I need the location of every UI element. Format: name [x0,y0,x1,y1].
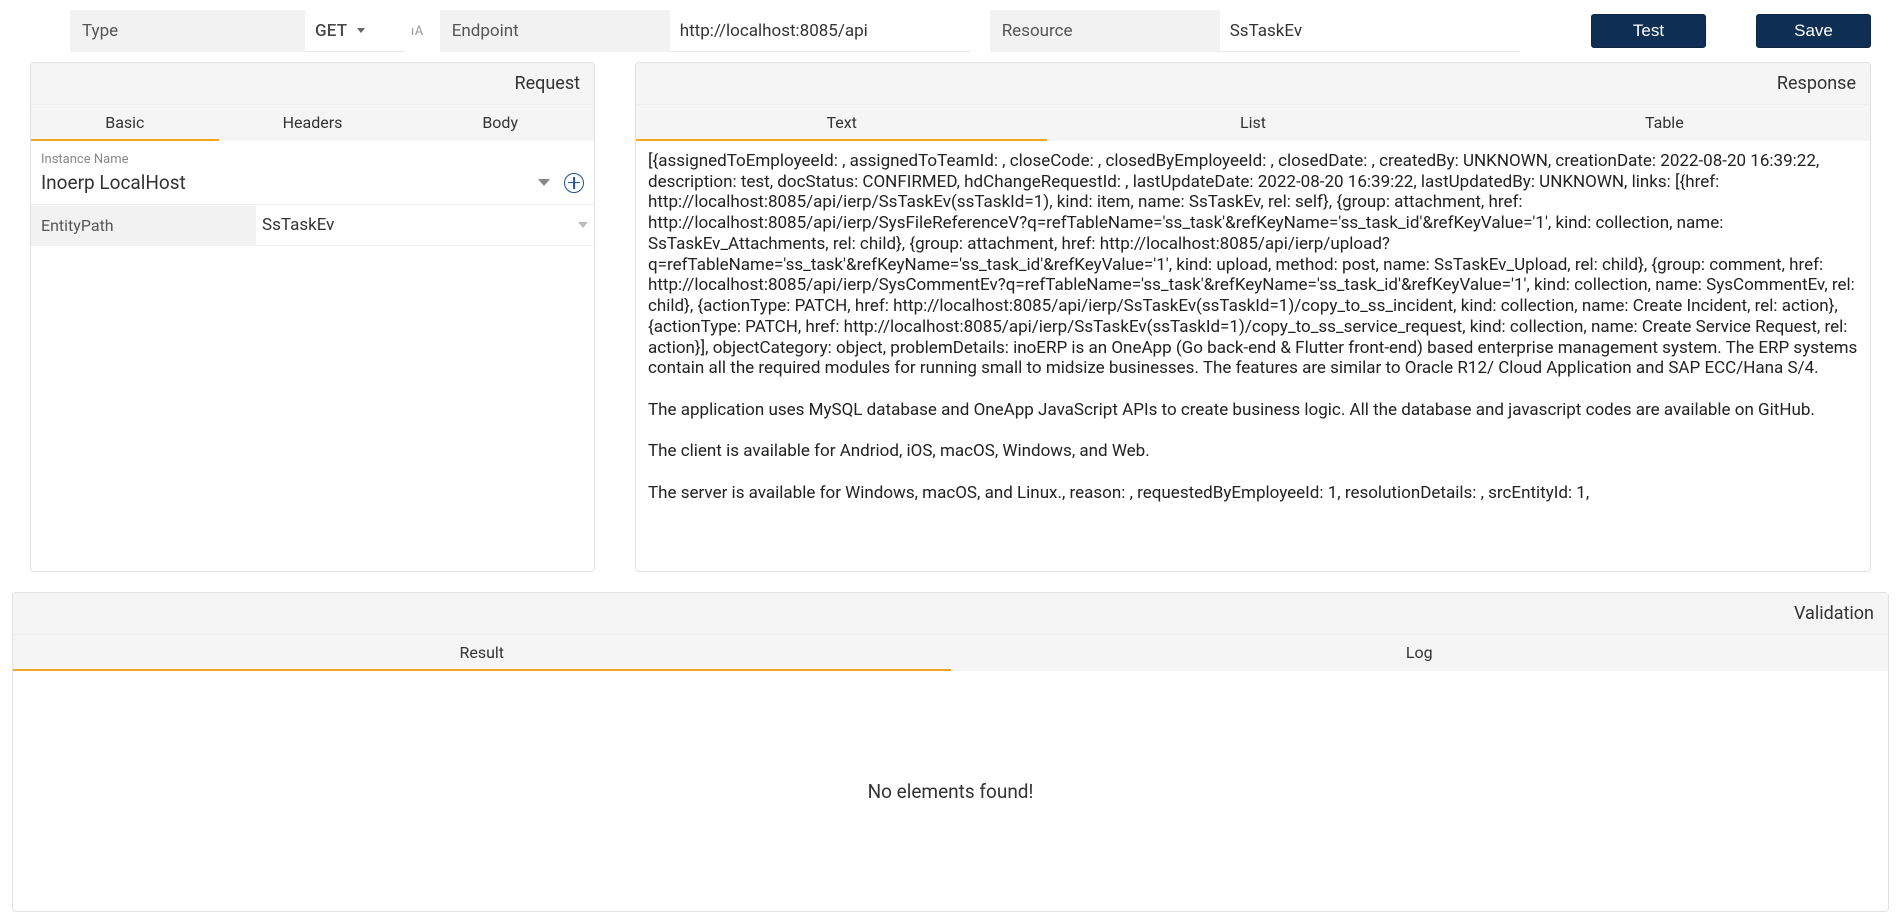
method-value: GET [315,21,347,41]
top-bar: Type GET ıA Endpoint http://localhost:80… [0,0,1901,62]
endpoint-label: Endpoint [440,10,670,52]
format-icon[interactable]: ıA [405,24,430,39]
tab-body[interactable]: Body [406,105,594,141]
validation-header: Validation [13,593,1888,635]
response-text[interactable]: [{assignedToEmployeeId: , assignedToTeam… [636,141,1870,571]
instance-name-row: Instance Name Inoerp LocalHost [31,146,594,205]
tab-text[interactable]: Text [636,105,1047,141]
entity-path-value: SsTaskEv [262,215,570,235]
instance-name-select[interactable]: Inoerp LocalHost [31,167,594,204]
tab-result[interactable]: Result [13,635,951,671]
type-label: Type [70,10,305,52]
resource-input[interactable]: SsTaskEv [1220,10,1520,52]
tab-log[interactable]: Log [951,635,1889,671]
response-header: Response [636,63,1870,105]
validation-tabs: Result Log [13,635,1888,671]
test-button[interactable]: Test [1591,14,1706,48]
response-panel: Response Text List Table [{assignedToEmp… [635,62,1871,572]
type-field-group: Type GET ıA [70,10,430,52]
instance-name-label: Instance Name [31,146,594,167]
request-tabs: Basic Headers Body [31,105,594,141]
entity-path-label: EntityPath [31,206,256,245]
add-icon[interactable] [564,173,584,193]
validation-panel: Validation Result Log No elements found! [12,592,1889,912]
tab-basic[interactable]: Basic [31,105,219,141]
save-button[interactable]: Save [1756,14,1871,48]
entity-path-row: EntityPath SsTaskEv [31,205,594,246]
request-panel: Request Basic Headers Body Instance Name… [30,62,595,572]
validation-empty: No elements found! [13,671,1888,911]
resource-label: Resource [990,10,1220,52]
request-body: Instance Name Inoerp LocalHost EntityPat… [31,141,594,571]
tab-list[interactable]: List [1047,105,1458,141]
chevron-down-icon [578,222,588,228]
request-header: Request [31,63,594,105]
endpoint-input[interactable]: http://localhost:8085/api [670,10,970,52]
chevron-down-icon [357,28,365,33]
tab-table[interactable]: Table [1459,105,1870,141]
chevron-down-icon [538,179,550,186]
panels-row: Request Basic Headers Body Instance Name… [0,62,1901,572]
endpoint-field-group: Endpoint http://localhost:8085/api [440,10,970,52]
resource-field-group: Resource SsTaskEv [990,10,1520,52]
entity-path-select[interactable]: SsTaskEv [256,205,594,245]
instance-name-value: Inoerp LocalHost [41,171,538,194]
response-tabs: Text List Table [636,105,1870,141]
method-select[interactable]: GET [305,10,405,52]
tab-headers[interactable]: Headers [219,105,407,141]
